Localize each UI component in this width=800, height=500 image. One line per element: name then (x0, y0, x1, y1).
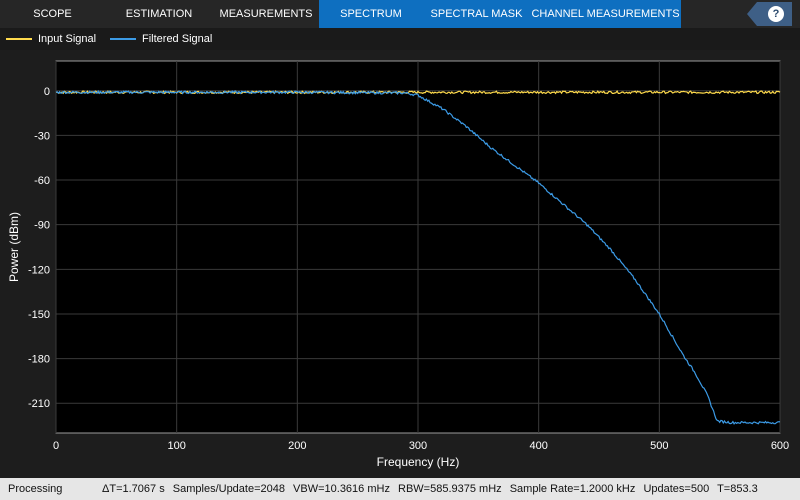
legend-label-filtered: Filtered Signal (142, 33, 213, 45)
x-tick-label: 200 (288, 440, 306, 452)
y-tick-label: 0 (44, 86, 50, 98)
tab-measurements[interactable]: MEASUREMENTS (213, 0, 319, 28)
help-icon: ? (768, 6, 784, 22)
status-bar: Processing ΔT=1.7067 s Samples/Update=20… (0, 478, 800, 500)
legend: Input Signal Filtered Signal (0, 28, 800, 50)
status-item: T=853.3 (717, 483, 758, 495)
status-item: RBW=585.9375 mHz (398, 483, 502, 495)
legend-line-filtered (110, 38, 136, 40)
y-tick-label: -210 (28, 398, 50, 410)
legend-label-input: Input Signal (38, 33, 97, 45)
status-item: Updates=500 (643, 483, 710, 495)
x-tick-label: 0 (53, 440, 59, 452)
x-tick-label: 600 (771, 440, 789, 452)
x-tick-label: 300 (409, 440, 427, 452)
tab-scope[interactable]: SCOPE (0, 0, 105, 28)
y-tick-label: -150 (28, 309, 50, 321)
legend-item-filtered[interactable]: Filtered Signal (110, 28, 212, 50)
tab-estimation[interactable]: ESTIMATION (105, 0, 213, 28)
y-tick-label: -60 (34, 175, 50, 187)
legend-item-input[interactable]: Input Signal (6, 28, 96, 50)
toolstrip: SCOPE ESTIMATION MEASUREMENTS SPECTRUM S… (0, 0, 800, 28)
tab-spectrum[interactable]: SPECTRUM (319, 0, 423, 28)
status-processing: Processing (8, 483, 63, 495)
legend-line-input (6, 38, 32, 40)
spectrum-chart[interactable]: 0 100 200 300 400 500 600 0 -30 -60 -90 -120 -150 -18… (0, 50, 800, 478)
help-button[interactable]: ? (747, 2, 792, 26)
y-tick-label: -120 (28, 264, 50, 276)
x-tick-label: 100 (167, 440, 185, 452)
y-tick-label: -180 (28, 354, 50, 366)
x-axis-label: Frequency (Hz) (377, 455, 460, 469)
status-measurements: ΔT=1.7067 s Samples/Update=2048 VBW=10.3… (102, 478, 763, 500)
status-item: Samples/Update=2048 (172, 483, 285, 495)
status-item: VBW=10.3616 mHz (293, 483, 390, 495)
x-tick-label: 500 (650, 440, 668, 452)
tab-spectral-mask[interactable]: SPECTRAL MASK (423, 0, 530, 28)
y-tick-label: -30 (34, 130, 50, 142)
status-item: Sample Rate=1.2000 kHz (509, 483, 636, 495)
status-item: ΔT=1.7067 s (102, 483, 165, 495)
y-axis-label: Power (dBm) (7, 212, 21, 282)
y-tick-label: -90 (34, 220, 50, 232)
x-tick-label: 400 (529, 440, 547, 452)
plot-area: 0 100 200 300 400 500 600 0 -30 -60 -90 -120 -150 -18… (0, 50, 800, 478)
tab-channel-measurements[interactable]: CHANNEL MEASUREMENTS (530, 0, 681, 28)
